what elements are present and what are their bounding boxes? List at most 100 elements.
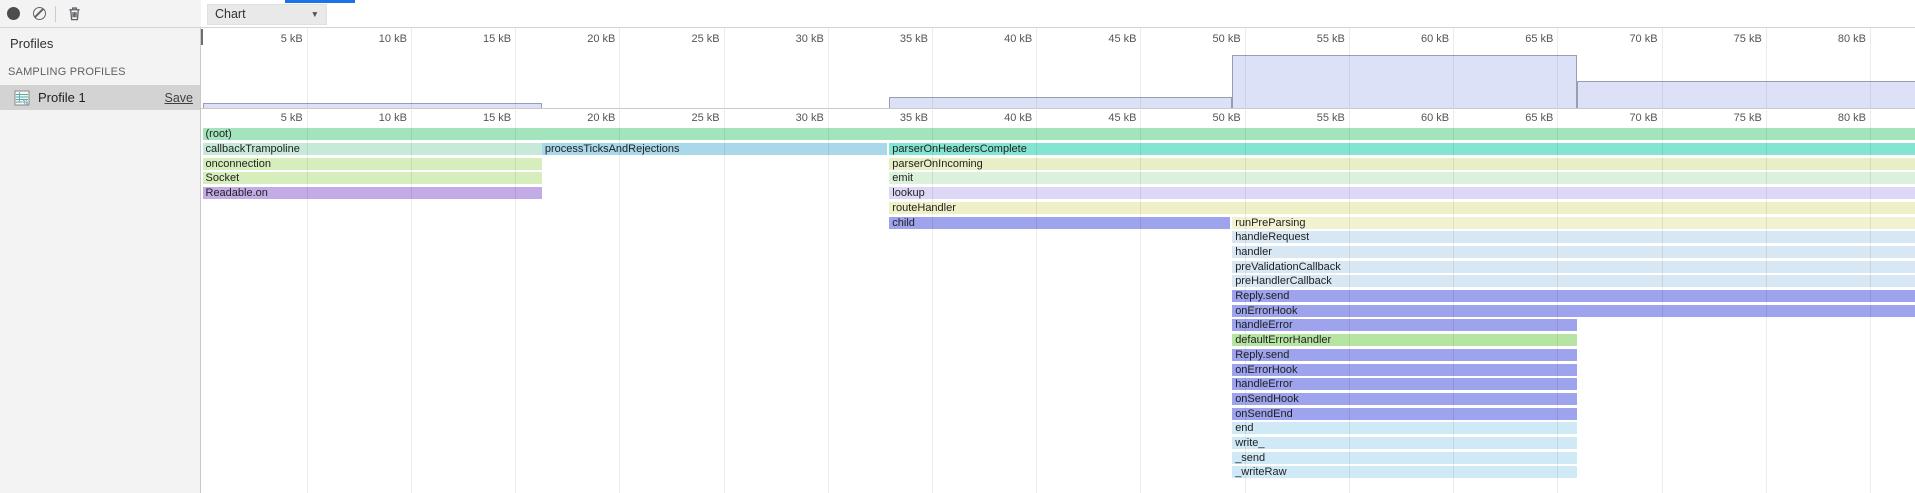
ruler-gridline	[619, 110, 620, 127]
ruler-gridline	[1870, 110, 1871, 127]
ruler-gridline	[1453, 28, 1454, 109]
flame-frame[interactable]: routeHandler	[889, 202, 1915, 214]
flame-frame[interactable]: handleError	[1232, 319, 1577, 331]
flame-frame[interactable]: (root)	[203, 128, 1915, 140]
flame-frame[interactable]: handler	[1232, 246, 1915, 258]
flame-frame[interactable]: onErrorHook	[1232, 305, 1915, 317]
ruler-gridline	[307, 110, 308, 127]
flame-frame[interactable]: lookup	[889, 187, 1915, 199]
tab-indicator	[285, 0, 355, 3]
flame-frame[interactable]: callbackTrampoline	[203, 143, 542, 155]
record-button[interactable]	[0, 1, 26, 27]
flame-ruler-tick-label: 30 kB	[734, 112, 824, 124]
overview-tick-label: 35 kB	[838, 33, 928, 45]
ruler-gridline	[932, 28, 933, 109]
flame-ruler-tick-label: 20 kB	[525, 112, 615, 124]
flame-ruler-tick-label: 80 kB	[1776, 112, 1866, 124]
flame-ruler-tick-label: 15 kB	[421, 112, 511, 124]
ruler-gridline	[1870, 127, 1871, 493]
ruler-gridline	[1557, 127, 1558, 493]
flame-frame[interactable]: runPreParsing	[1232, 217, 1915, 229]
trash-icon	[67, 6, 82, 21]
ruler-gridline	[724, 28, 725, 109]
profile-document-icon: %	[14, 90, 30, 106]
flame-frame[interactable]: preHandlerCallback	[1232, 275, 1915, 287]
flame-frame[interactable]: processTicksAndRejections	[542, 143, 887, 155]
ruler-gridline	[724, 110, 725, 127]
flame-frame[interactable]: write_	[1232, 437, 1577, 449]
ruler-gridline	[619, 127, 620, 493]
overview-allocation-segment	[1577, 81, 1915, 108]
flame-frame[interactable]: parserOnHeadersComplete	[889, 143, 1915, 155]
overview-tick-label: 80 kB	[1776, 33, 1866, 45]
ruler-gridline	[1349, 127, 1350, 493]
ruler-gridline	[828, 110, 829, 127]
flame-frame[interactable]: end	[1232, 422, 1577, 434]
profile-item-profile-1[interactable]: % Profile 1 Save	[0, 85, 200, 110]
flame-chart[interactable]: (root) callbackTrampolineprocessTicksAndR…	[201, 127, 1915, 493]
overview-allocation-segment	[1232, 55, 1577, 109]
ruler-gridline	[1766, 127, 1767, 493]
flame-frame[interactable]: Readable.on	[203, 187, 542, 199]
flame-frame[interactable]: Socket	[203, 172, 542, 184]
flame-frame[interactable]: _writeRaw	[1232, 466, 1577, 478]
flame-frame[interactable]: _send	[1232, 452, 1577, 464]
flame-frame[interactable]: handleError	[1232, 378, 1577, 390]
ruler-gridline	[724, 127, 725, 493]
overview-tick-label: 70 kB	[1568, 33, 1658, 45]
ruler-gridline	[619, 28, 620, 109]
flame-frame[interactable]: onSendHook	[1232, 393, 1577, 405]
delete-profile-button[interactable]	[61, 1, 87, 27]
allocation-overview-pane[interactable]: 5 kB10 kB15 kB20 kB25 kB30 kB35 kB40 kB4…	[201, 28, 1915, 109]
flame-frame[interactable]: Reply.send	[1232, 349, 1577, 361]
ruler-gridline	[1766, 110, 1767, 127]
flame-ruler-tick-label: 45 kB	[1046, 112, 1136, 124]
save-profile-link[interactable]: Save	[165, 91, 194, 105]
record-icon	[7, 7, 20, 20]
overview-tick-label: 25 kB	[630, 33, 720, 45]
flame-frame[interactable]: parserOnIncoming	[889, 158, 1915, 170]
flame-frame[interactable]: emit	[889, 172, 1915, 184]
flame-frame[interactable]: child	[889, 217, 1229, 229]
ruler-gridline	[1140, 110, 1141, 127]
ruler-gridline	[828, 127, 829, 493]
flame-ruler-tick-label: 75 kB	[1672, 112, 1762, 124]
ruler-gridline	[1349, 110, 1350, 127]
ruler-gridline	[411, 110, 412, 127]
toolbar-left	[0, 0, 201, 27]
flame-ruler-tick-label: 35 kB	[838, 112, 928, 124]
sampling-profiles-section-label: SAMPLING PROFILES	[8, 66, 126, 78]
flame-frame[interactable]: onErrorHook	[1232, 364, 1577, 376]
flame-frame[interactable]: preValidationCallback	[1232, 261, 1915, 273]
flame-frame[interactable]: defaultErrorHandler	[1232, 334, 1577, 346]
ruler-gridline	[515, 28, 516, 109]
ruler-gridline	[1453, 127, 1454, 493]
overview-origin-handle[interactable]	[201, 29, 203, 45]
ruler-gridline	[1245, 110, 1246, 127]
flame-ruler-tick-label: 40 kB	[942, 112, 1032, 124]
overview-tick-label: 15 kB	[421, 33, 511, 45]
ruler-gridline	[1140, 28, 1141, 109]
clear-profiles-button[interactable]	[26, 1, 52, 27]
ruler-gridline	[1766, 28, 1767, 109]
overview-tick-label: 5 kB	[213, 33, 303, 45]
flame-frame[interactable]: onconnection	[203, 158, 542, 170]
clear-icon	[33, 7, 46, 20]
ruler-gridline	[515, 127, 516, 493]
flame-frame[interactable]: onSendEnd	[1232, 408, 1577, 420]
overview-tick-label: 10 kB	[317, 33, 407, 45]
flame-frame[interactable]: handleRequest	[1232, 231, 1915, 243]
devtools-memory-panel: Chart ▼ Profiles SAMPLING PROFILES % Pro…	[0, 0, 1915, 493]
ruler-gridline	[1662, 110, 1663, 127]
flame-ruler-tick-label: 70 kB	[1568, 112, 1658, 124]
ruler-gridline	[1036, 28, 1037, 109]
ruler-gridline	[1245, 127, 1246, 493]
ruler-gridline	[932, 110, 933, 127]
profile-name: Profile 1	[38, 90, 165, 105]
ruler-gridline	[1557, 110, 1558, 127]
ruler-gridline	[1662, 127, 1663, 493]
view-mode-select[interactable]: Chart ▼	[207, 4, 327, 25]
ruler-gridline	[1245, 28, 1246, 109]
flame-frame[interactable]: Reply.send	[1232, 290, 1915, 302]
ruler-gridline	[1453, 110, 1454, 127]
